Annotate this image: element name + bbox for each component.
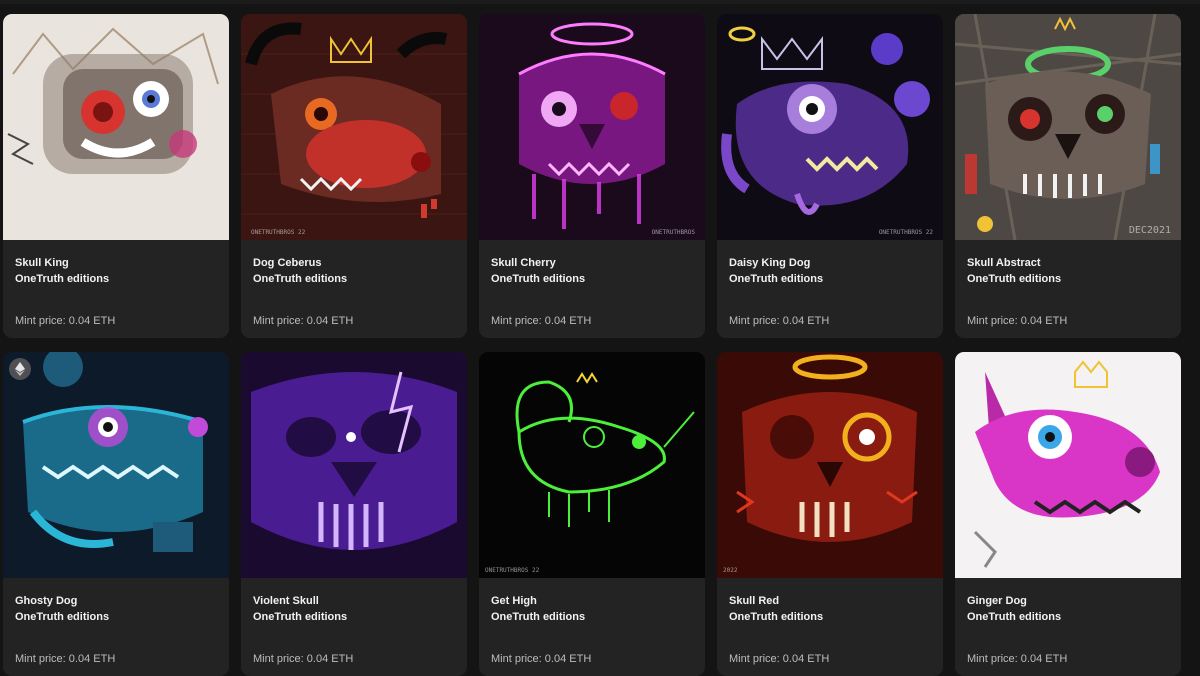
- nft-card-violent-skull[interactable]: Violent Skull OneTruth editions Mint pri…: [241, 352, 467, 676]
- nft-card-ghosty-dog[interactable]: Ghosty Dog OneTruth editions Mint price:…: [3, 352, 229, 676]
- nft-artwork: ONETRUTHBROS: [479, 14, 705, 240]
- nft-card-get-high[interactable]: ONETRUTHBROS 22 Get High OneTruth editio…: [479, 352, 705, 676]
- nft-mint-price: Mint price: 0.04 ETH: [729, 315, 830, 327]
- nft-card-ginger-dog[interactable]: Ginger Dog OneTruth editions Mint price:…: [955, 352, 1181, 676]
- nft-creator: OneTruth editions: [253, 273, 348, 285]
- nft-title: Dog Ceberus: [253, 257, 322, 269]
- nft-title: Daisy King Dog: [729, 257, 811, 269]
- artwork-signature: DEC2021: [1128, 225, 1171, 236]
- nft-mint-price: Mint price: 0.04 ETH: [729, 653, 830, 665]
- nft-title: Skull Cherry: [491, 257, 556, 269]
- top-divider: [0, 0, 1200, 4]
- nft-title: Skull Red: [729, 595, 780, 607]
- nft-card-dog-ceberus[interactable]: ONETRUTHBROS 22 Dog Ceberus OneTruth edi…: [241, 14, 467, 338]
- nft-title: Skull Abstract: [967, 257, 1041, 269]
- nft-artwork: ONETRUTHBROS 22: [479, 352, 705, 578]
- nft-creator: OneTruth editions: [729, 273, 824, 285]
- artwork-signature: ONETRUTHBROS 22: [485, 567, 540, 574]
- nft-card-skull-cherry[interactable]: ONETRUTHBROS Skull Cherry OneTruth editi…: [479, 14, 705, 338]
- nft-card-skull-king[interactable]: Skull King OneTruth editions Mint price:…: [3, 14, 229, 338]
- nft-creator: OneTruth editions: [967, 273, 1062, 285]
- nft-artwork: [955, 352, 1181, 578]
- nft-title: Ghosty Dog: [15, 595, 78, 607]
- nft-creator: OneTruth editions: [253, 611, 348, 623]
- nft-mint-price: Mint price: 0.04 ETH: [491, 653, 592, 665]
- nft-creator: OneTruth editions: [729, 611, 824, 623]
- nft-artwork: [3, 14, 229, 240]
- nft-artwork: DEC2021: [955, 14, 1181, 240]
- nft-artwork: [241, 352, 467, 578]
- nft-artwork: ONETRUTHBROS 22: [717, 14, 943, 240]
- nft-artwork: [3, 352, 229, 578]
- nft-creator: OneTruth editions: [967, 611, 1062, 623]
- nft-card-daisy-king-dog[interactable]: ONETRUTHBROS 22 Daisy King Dog OneTruth …: [717, 14, 943, 338]
- nft-creator: OneTruth editions: [491, 611, 586, 623]
- artwork-signature: ONETRUTHBROS 22: [878, 229, 933, 236]
- nft-creator: OneTruth editions: [15, 273, 110, 285]
- nft-creator: OneTruth editions: [15, 611, 110, 623]
- nft-mint-price: Mint price: 0.04 ETH: [253, 315, 354, 327]
- nft-title: Violent Skull: [253, 595, 319, 607]
- nft-mint-price: Mint price: 0.04 ETH: [15, 315, 116, 327]
- nft-title: Skull King: [15, 257, 69, 269]
- nft-artwork: 2022: [717, 352, 943, 578]
- ethereum-icon: [9, 358, 31, 380]
- nft-card-skull-abstract[interactable]: DEC2021 Skull Abstract OneTruth editions…: [955, 14, 1181, 338]
- nft-title: Ginger Dog: [967, 595, 1027, 607]
- nft-mint-price: Mint price: 0.04 ETH: [967, 653, 1068, 665]
- artwork-signature: ONETRUTHBROS: [651, 229, 695, 236]
- nft-artwork: ONETRUTHBROS 22: [241, 14, 467, 240]
- nft-gallery-grid: Skull King OneTruth editions Mint price:…: [0, 0, 1200, 676]
- nft-mint-price: Mint price: 0.04 ETH: [15, 653, 116, 665]
- nft-card-skull-red[interactable]: 2022 Skull Red OneTruth editions Mint pr…: [717, 352, 943, 676]
- artwork-signature: 2022: [723, 567, 738, 574]
- nft-mint-price: Mint price: 0.04 ETH: [491, 315, 592, 327]
- nft-mint-price: Mint price: 0.04 ETH: [253, 653, 354, 665]
- nft-creator: OneTruth editions: [491, 273, 586, 285]
- artwork-signature: ONETRUTHBROS 22: [251, 229, 306, 236]
- nft-mint-price: Mint price: 0.04 ETH: [967, 315, 1068, 327]
- nft-title: Get High: [491, 595, 537, 607]
